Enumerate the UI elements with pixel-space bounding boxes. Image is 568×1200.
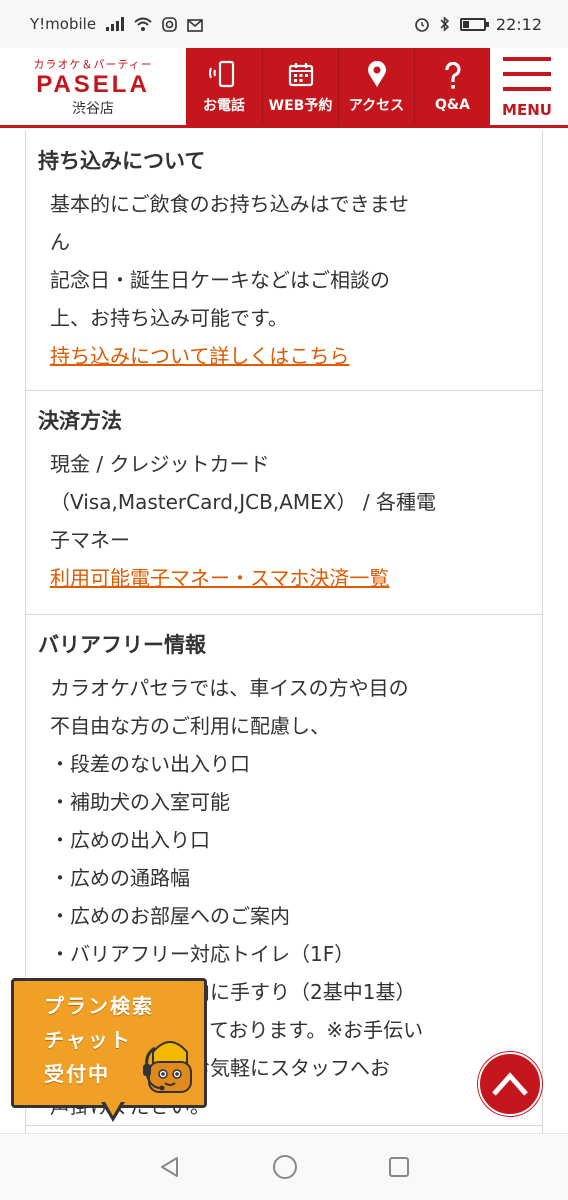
- bring-in-title: 持ち込みについて: [38, 149, 206, 173]
- nav-access-label: アクセス: [348, 97, 405, 114]
- status-bar: Y!mobile 22:12: [0, 0, 568, 48]
- list-item: ・広めの出入り口: [50, 828, 210, 852]
- bring-in-section: 持ち込みについて 基本的にご飲食のお持ち込みはできませ ん 記念日・誕生日ケーキ…: [26, 131, 542, 391]
- menu-label: MENU: [502, 101, 552, 119]
- logo-brand: PASELA: [36, 70, 150, 98]
- clock: 22:12: [495, 14, 542, 34]
- logo[interactable]: カラオケ＆パーティー PASELA 渋谷店: [0, 48, 186, 125]
- bring-in-details-link[interactable]: 持ち込みについて詳しくはこちら: [50, 344, 349, 368]
- text-line: 基本的にご飲食のお持ち込みはできませ: [50, 192, 409, 216]
- text-line: カラオケパセラでは、車イスの方や目の: [50, 676, 409, 700]
- text-line: 現金 / クレジットカード: [50, 452, 270, 476]
- menu-button[interactable]: MENU: [490, 48, 564, 125]
- question-icon: [444, 61, 462, 91]
- barrier-free-title: バリアフリー情報: [38, 633, 206, 657]
- nav-qa-button[interactable]: Q&A: [414, 48, 490, 125]
- nav-phone-button[interactable]: お電話: [186, 48, 262, 125]
- text-line: （Visa,MasterCard,JCB,AMEX） / 各種電: [50, 490, 436, 514]
- battery-icon: [459, 17, 489, 31]
- signal-icon: [106, 17, 125, 31]
- store-name: 渋谷店: [72, 100, 114, 117]
- plan-search-chat-button[interactable]: プラン検索 チャット 受付中: [11, 978, 207, 1130]
- payment-section: 決済方法 現金 / クレジットカード （Visa,MasterCard,JCB,…: [26, 391, 542, 615]
- nav-web-reserve-label: WEB予約: [268, 97, 333, 114]
- list-item: ・バリアフリー対応トイレ（1F）: [50, 942, 355, 966]
- nav-access-button[interactable]: アクセス: [338, 48, 414, 125]
- phone-icon: [207, 59, 241, 89]
- chat-line: プラン検索: [44, 994, 154, 1018]
- text-line: 不自由な方のご利用に配慮し、: [50, 714, 330, 738]
- alarm-icon: [415, 18, 429, 32]
- hamburger-icon: [503, 57, 551, 91]
- bluetooth-icon: [440, 16, 449, 32]
- text-line: 記念日・誕生日ケーキなどはご相談の: [50, 268, 390, 292]
- text-line: 子マネー: [50, 528, 130, 552]
- carrier-label: Y!mobile: [30, 15, 97, 33]
- logo-tagline: カラオケ＆パーティー: [33, 57, 153, 71]
- chat-bubble-tail: [101, 1100, 125, 1122]
- mascot-operator-icon: [143, 1041, 192, 1093]
- recents-icon[interactable]: [388, 1156, 410, 1178]
- list-item: ・広めの通路幅: [50, 866, 190, 890]
- back-icon[interactable]: [158, 1155, 182, 1179]
- e-money-list-link[interactable]: 利用可能電子マネー・スマホ決済一覧: [50, 566, 389, 590]
- payment-title: 決済方法: [38, 409, 122, 433]
- calendar-icon: [288, 59, 314, 89]
- payment-body: 現金 / クレジットカード （Visa,MasterCard,JCB,AMEX）…: [26, 445, 542, 597]
- map-pin-icon: [367, 59, 387, 89]
- chevron-up-icon: [492, 1072, 528, 1096]
- wifi-icon: [134, 17, 152, 31]
- site-header: カラオケ＆パーティー PASELA 渋谷店 お電話 WEB予約 アクセス Q&A…: [0, 48, 568, 128]
- text-line: 上、お持ち込み可能です。: [50, 306, 288, 330]
- instagram-icon: [162, 16, 177, 32]
- text-line: ん: [50, 230, 70, 254]
- list-item: ・広めのお部屋へのご案内: [50, 904, 290, 928]
- mail-icon: [187, 18, 203, 32]
- header-nav: お電話 WEB予約 アクセス Q&A: [186, 48, 490, 125]
- bring-in-body: 基本的にご飲食のお持ち込みはできませ ん 記念日・誕生日ケーキなどはご相談の 上…: [26, 185, 542, 375]
- nav-qa-label: Q&A: [435, 96, 470, 113]
- nav-phone-label: お電話: [203, 97, 245, 114]
- nav-web-reserve-button[interactable]: WEB予約: [262, 48, 338, 125]
- system-navigation-bar: [0, 1133, 568, 1200]
- scroll-to-top-button[interactable]: [478, 1052, 542, 1116]
- list-item: ・段差のない出入り口: [50, 752, 250, 776]
- home-icon[interactable]: [272, 1154, 298, 1180]
- list-item: ・補助犬の入室可能: [50, 790, 230, 814]
